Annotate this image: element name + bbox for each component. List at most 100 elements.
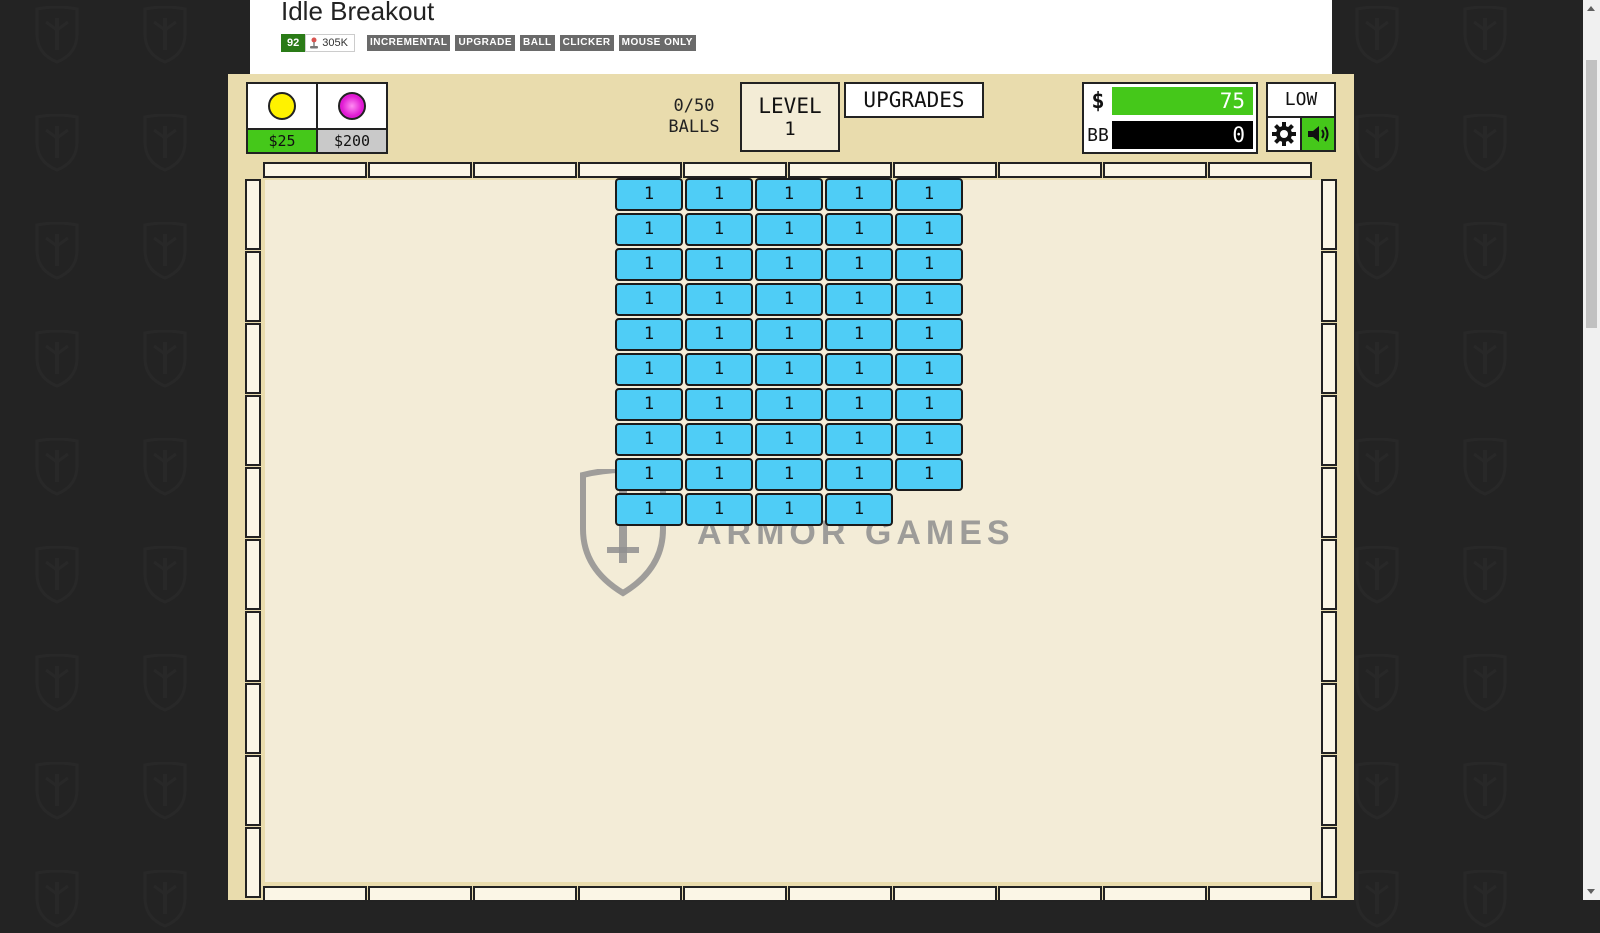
- tag-ball[interactable]: BALL: [520, 35, 555, 51]
- brick[interactable]: 1: [895, 178, 963, 211]
- level-indicator: LEVEL 1: [740, 82, 840, 152]
- brick[interactable]: 1: [685, 283, 753, 316]
- wall-segment: [245, 755, 261, 826]
- brick[interactable]: 1: [825, 388, 893, 421]
- wall-segment: [1208, 162, 1312, 178]
- brick[interactable]: 1: [825, 178, 893, 211]
- game-header: Idle Breakout 92 305K INCREMENTAL UPGRAD…: [250, 0, 1332, 74]
- background-shield-icon: [1354, 545, 1400, 604]
- brick[interactable]: 1: [615, 213, 683, 246]
- background-shield-icon: [142, 761, 188, 820]
- brick[interactable]: 1: [685, 423, 753, 456]
- brick[interactable]: 1: [755, 283, 823, 316]
- basic-ball-icon: [268, 92, 296, 120]
- brick[interactable]: 1: [615, 458, 683, 491]
- brick[interactable]: 1: [895, 423, 963, 456]
- brick[interactable]: 1: [895, 283, 963, 316]
- brick[interactable]: 1: [615, 423, 683, 456]
- background-shield-icon: [142, 5, 188, 64]
- plasma-ball-price: $200: [318, 128, 386, 152]
- brick[interactable]: 1: [895, 388, 963, 421]
- background-shield-icon: [34, 545, 80, 604]
- wall-segment: [893, 162, 997, 178]
- wall-segment: [368, 162, 472, 178]
- brick[interactable]: 1: [615, 493, 683, 526]
- background-shield-icon: [1462, 113, 1508, 172]
- tag-upgrade[interactable]: UPGRADE: [455, 35, 515, 51]
- brick[interactable]: 1: [825, 353, 893, 386]
- brick[interactable]: 1: [755, 213, 823, 246]
- brick[interactable]: 1: [755, 388, 823, 421]
- brick[interactable]: 1: [755, 423, 823, 456]
- background-shield-icon: [34, 221, 80, 280]
- brick[interactable]: 1: [615, 318, 683, 351]
- brick[interactable]: 1: [825, 248, 893, 281]
- top-wall: [263, 162, 1313, 178]
- upgrades-button[interactable]: UPGRADES: [844, 82, 984, 118]
- brick[interactable]: 1: [755, 353, 823, 386]
- brick[interactable]: 1: [615, 178, 683, 211]
- buy-basic-ball-button[interactable]: $25: [246, 82, 318, 154]
- scroll-up-arrow[interactable]: [1587, 6, 1595, 11]
- background-shield-icon: [1462, 869, 1508, 928]
- brick[interactable]: 1: [685, 248, 753, 281]
- brick[interactable]: 1: [825, 423, 893, 456]
- brick[interactable]: 1: [895, 353, 963, 386]
- speaker-icon: [1308, 126, 1329, 142]
- brick[interactable]: 1: [755, 493, 823, 526]
- wall-segment: [245, 539, 261, 610]
- brick[interactable]: 1: [685, 178, 753, 211]
- wall-segment: [1103, 162, 1207, 178]
- brick[interactable]: 1: [895, 458, 963, 491]
- page-scrollbar[interactable]: [1583, 0, 1600, 900]
- scroll-thumb[interactable]: [1586, 60, 1597, 328]
- background-shield-icon: [34, 329, 80, 388]
- quality-toggle-button[interactable]: LOW: [1266, 82, 1336, 118]
- sound-toggle-button[interactable]: [1300, 116, 1336, 152]
- brick[interactable]: 1: [895, 318, 963, 351]
- brick[interactable]: 1: [895, 248, 963, 281]
- brick[interactable]: 1: [615, 353, 683, 386]
- settings-button[interactable]: [1266, 116, 1302, 152]
- brick[interactable]: 1: [685, 213, 753, 246]
- brick[interactable]: 1: [755, 248, 823, 281]
- brick[interactable]: 1: [755, 458, 823, 491]
- brick[interactable]: 1: [825, 458, 893, 491]
- tag-incremental[interactable]: INCREMENTAL: [366, 35, 451, 51]
- brick[interactable]: 1: [685, 458, 753, 491]
- background-shield-icon: [1462, 437, 1508, 496]
- background-shield-icon: [34, 869, 80, 928]
- wall-segment: [1321, 323, 1337, 394]
- plasma-ball-icon: [338, 92, 366, 120]
- brick[interactable]: 1: [685, 493, 753, 526]
- brick[interactable]: 1: [685, 318, 753, 351]
- scroll-down-arrow[interactable]: [1587, 889, 1595, 894]
- brick[interactable]: 1: [895, 213, 963, 246]
- buy-plasma-ball-button[interactable]: $200: [316, 82, 388, 154]
- brick[interactable]: 1: [615, 248, 683, 281]
- brick[interactable]: 1: [685, 388, 753, 421]
- brick[interactable]: 1: [615, 283, 683, 316]
- wall-segment: [245, 251, 261, 322]
- brick[interactable]: 1: [825, 213, 893, 246]
- background-shield-icon: [1354, 329, 1400, 388]
- brick[interactable]: 1: [825, 283, 893, 316]
- brick[interactable]: 1: [685, 353, 753, 386]
- brick[interactable]: 1: [755, 178, 823, 211]
- background-shield-icon: [1462, 329, 1508, 388]
- wall-segment: [245, 467, 261, 538]
- tag-mouse-only[interactable]: MOUSE ONLY: [618, 35, 696, 51]
- background-shield-icon: [1354, 5, 1400, 64]
- background-shield-icon: [142, 869, 188, 928]
- background-shield-icon: [142, 653, 188, 712]
- brick[interactable]: 1: [755, 318, 823, 351]
- game-title: Idle Breakout: [281, 0, 435, 26]
- tag-clicker[interactable]: CLICKER: [559, 35, 614, 51]
- background-shield-icon: [1462, 5, 1508, 64]
- brick[interactable]: 1: [825, 493, 893, 526]
- background-shield-icon: [1354, 221, 1400, 280]
- joystick-icon: [310, 37, 319, 49]
- brick[interactable]: 1: [615, 388, 683, 421]
- brick[interactable]: 1: [825, 318, 893, 351]
- right-wall: [1321, 179, 1337, 899]
